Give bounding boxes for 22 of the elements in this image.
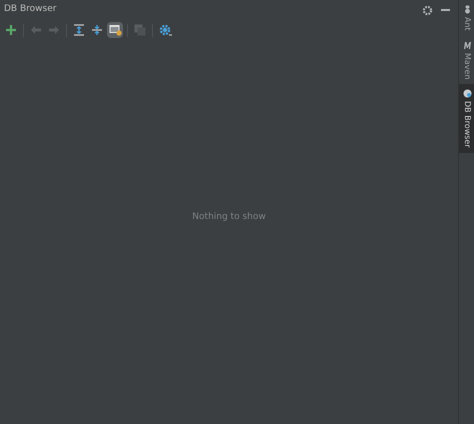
side-tab[interactable]: DB Browser [459, 84, 474, 153]
settings-icon[interactable] [422, 4, 433, 16]
left-arrow-icon [30, 25, 42, 35]
window-title: DB Browser [4, 3, 56, 16]
side-tab[interactable]: Ant [459, 0, 474, 36]
m-logo-icon [462, 40, 472, 50]
collapse-button[interactable] [89, 22, 105, 38]
add-button[interactable] [3, 22, 19, 38]
collapse-all-icon [91, 24, 103, 36]
panel-icon [108, 24, 122, 36]
expand-button[interactable] [71, 22, 87, 38]
plus-icon [5, 24, 17, 36]
side-tab[interactable]: Maven [459, 36, 474, 84]
copy-icon [134, 24, 146, 36]
expand-all-icon [73, 24, 85, 36]
filter-button[interactable] [107, 22, 123, 38]
right-arrow-icon [48, 25, 60, 35]
database-icon [462, 89, 472, 98]
empty-message: Nothing to show [192, 211, 266, 224]
ant-icon [462, 5, 472, 14]
gear-icon [158, 24, 172, 36]
settings-button[interactable] [157, 22, 173, 38]
